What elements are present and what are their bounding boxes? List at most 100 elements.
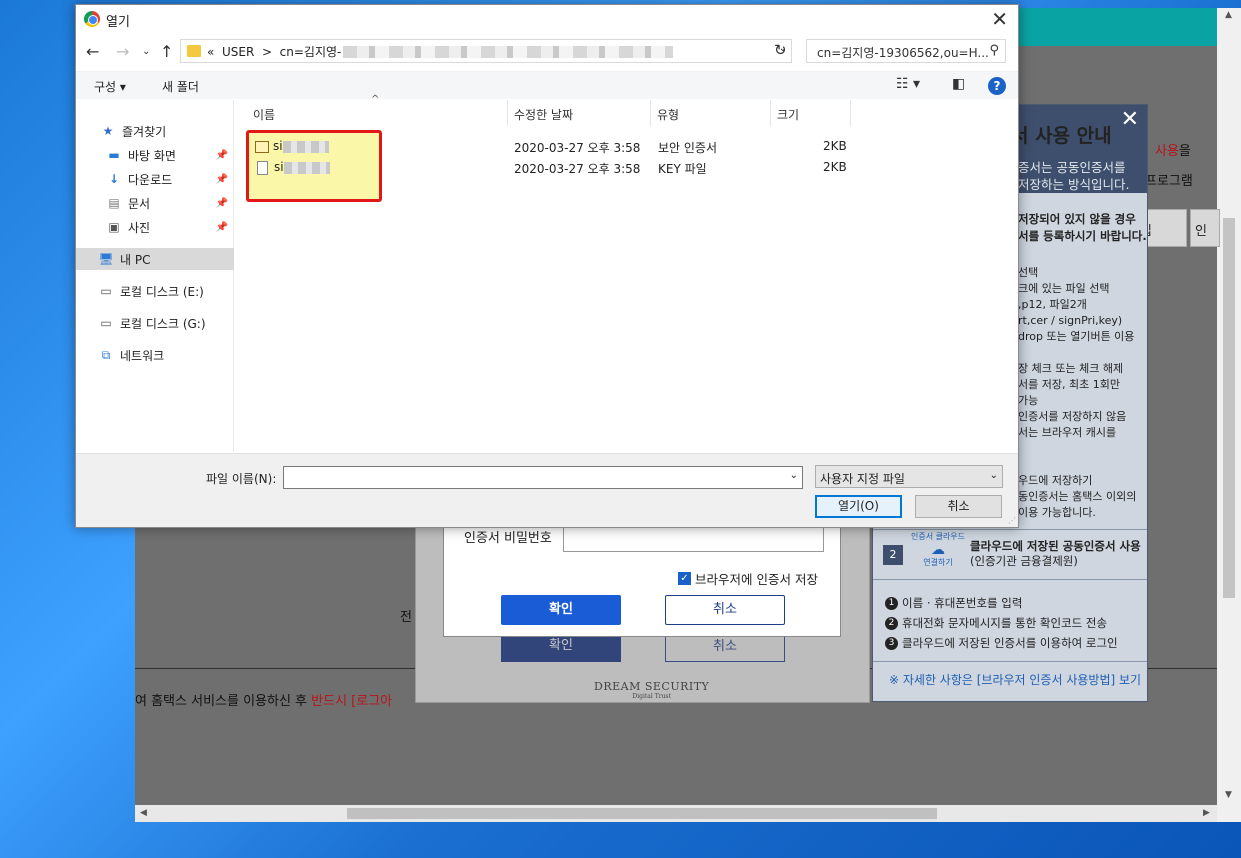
usage-guide-link[interactable]: ※ 자세한 사항은 [브라우저 인증서 사용방법] 보기 [889,671,1141,688]
file-name: si [273,139,283,153]
guide-list-line: 선택 [1018,266,1039,279]
breadcrumb-folder[interactable]: cn=김지영- [280,45,342,59]
guide-note-line: 서를 등록하시기 바랍니다. [1018,229,1147,243]
filetype-select[interactable]: 사용자 지정 파일 ⌄ [815,465,1003,488]
back-arrow-icon[interactable]: ← [86,42,99,61]
pin-icon[interactable]: 📌 [216,198,228,209]
chevron-down-icon[interactable]: ⌄ [790,470,798,481]
cloud-step: 1 이름 · 휴대폰번호를 입력 [885,593,1118,613]
guide-desc-line: 저장하는 방식입니다. [1018,177,1130,192]
file-name: si [274,160,284,174]
help-icon[interactable]: ? [988,77,1006,95]
picture-icon: ▣ [108,220,120,234]
sidebar-item-network[interactable]: ⧉ 네트워크 [76,344,234,366]
pin-icon[interactable]: 📌 [216,174,228,185]
computer-icon: 🖥 [98,252,114,266]
sidebar-item-pictures[interactable]: ▣ 사진 📌 [76,216,234,238]
search-input[interactable]: cn=김지영-19306562,ou=H... ⚲ [806,39,1006,63]
file-size: 2KB [823,139,847,153]
forward-arrow-icon[interactable]: → [116,42,129,61]
right-scrollbar[interactable]: ▲ ▼ [1217,8,1241,822]
breadcrumb[interactable]: « USER > cn=김지영- [207,43,674,60]
column-header-size[interactable]: 크기 [771,100,851,126]
up-arrow-icon[interactable]: ↑ [160,42,173,61]
confirm-button[interactable]: 확인 [501,595,621,625]
guide-desc-line: 증서는 공동인증서를 [1018,160,1126,175]
scroll-down-icon[interactable]: ▼ [1225,790,1232,800]
column-header-modified[interactable]: 수정한 날짜 [508,100,651,126]
sidebar-item-drive-g[interactable]: ▭ 로컬 디스크 (G:) [76,312,234,334]
column-header-type[interactable]: 유형 [651,100,771,126]
redacted-text [283,161,330,174]
scroll-left-icon[interactable]: ◀ [140,808,147,818]
certificate-password-dialog: 인증서 비밀번호 ✓ 브라우저에 인증서 저장 확인 취소 [443,514,841,637]
cloud-connect-badge[interactable]: 인증서 클라우드 ☁ 연결하기 [908,531,968,569]
scroll-right-icon[interactable]: ▶ [1203,808,1210,818]
close-icon[interactable]: ✕ [991,7,1008,31]
horizontal-scrollbar[interactable]: ◀ ▶ [135,805,1217,822]
cloud-text-line: (인증기관 금융결제원) [970,554,1078,568]
sidebar-item-desktop[interactable]: ▬ 바탕 화면 📌 [76,144,234,166]
sidebar-item-label: 바탕 화면 [128,148,176,163]
bg-tab-partial-2[interactable]: 인 [1190,209,1220,247]
chrome-icon [84,11,100,27]
cancel-button[interactable]: 취소 [915,495,1002,518]
pin-icon[interactable]: 📌 [216,150,228,161]
cancel-button[interactable]: 취소 [665,595,785,625]
file-name-cell[interactable]: si [255,139,329,153]
checkbox-checked-icon[interactable]: ✓ [678,572,691,585]
sidebar-item-drive-e[interactable]: ▭ 로컬 디스크 (E:) [76,280,234,302]
sidebar-item-label: 사진 [128,220,151,235]
close-icon[interactable]: ✕ [1121,107,1139,132]
certificate-file-icon [255,140,269,153]
sidebar-item-this-pc[interactable]: 🖥 내 PC [76,248,234,270]
drive-icon: ▭ [100,316,112,330]
recent-locations-chevron-icon[interactable]: ⌄ [142,46,150,57]
scroll-up-icon[interactable]: ▲ [1225,10,1232,20]
table-row[interactable]: si 2020-03-27 오후 3:58 보안 인증서 2KB [235,136,1018,156]
save-in-browser-checkbox[interactable]: ✓ 브라우저에 인증서 저장 [678,569,818,588]
resize-grip-icon[interactable]: ⋰ [1008,516,1016,525]
cloud-certificate-option[interactable]: 2 인증서 클라우드 ☁ 연결하기 클라우드에 저장된 공동인증서 사용 (인증… [873,529,1147,579]
cloud-steps: 1 이름 · 휴대폰번호를 입력 2 휴대전화 문자메시지를 통한 확인코드 전송 … [885,593,1118,653]
guide-list-line: rt,cer / signPri,key) [1018,314,1123,327]
organize-button[interactable]: 구성 ▾ [94,78,126,95]
breadcrumb-separator[interactable]: > [262,45,272,59]
redacted-text [343,46,674,58]
breadcrumb-overflow[interactable]: « [207,45,214,59]
horizontal-scrollbar-thumb[interactable] [347,808,937,819]
table-row[interactable]: si 2020-03-27 오후 3:58 KEY 파일 2KB [235,157,1018,177]
guide-list-line: 가능 [1018,394,1039,407]
filename-input[interactable]: ⌄ [283,466,803,489]
redacted-text [282,140,329,153]
cloud-step: 3 클라우드에 저장된 인증서를 이용하여 로그인 [885,633,1118,653]
breadcrumb-user[interactable]: USER [222,45,254,59]
sidebar-item-quick-access[interactable]: ★ 즐겨찾기 [76,120,234,142]
document-icon: ▤ [108,196,120,210]
step-number-icon: 3 [885,637,898,650]
file-type: 보안 인증서 [658,141,718,155]
file-modified: 2020-03-27 오후 3:58 [514,141,641,155]
search-icon[interactable]: ⚲ [989,43,999,58]
file-name-cell[interactable]: si [255,160,330,175]
refresh-icon[interactable]: ↻ [774,41,787,59]
chevron-down-icon[interactable]: ⌄ [990,470,998,481]
sidebar-item-label: 내 PC [120,252,151,267]
view-options-icon[interactable]: ☷ ▾ [896,76,920,92]
right-scrollbar-thumb[interactable] [1223,218,1235,598]
new-folder-button[interactable]: 새 폴더 [162,78,199,95]
column-header-name[interactable]: 이름 [247,100,508,126]
sidebar-item-label: 즐겨찾기 [122,124,167,139]
open-button[interactable]: 열기(O) [815,495,902,518]
bg-top-right-text-2: 프로그램 [1145,174,1193,189]
dialog-titlebar[interactable]: 열기 ✕ [76,5,1018,33]
sidebar-item-downloads[interactable]: ↓ 다운로드 📌 [76,168,234,190]
cloud-step-number: 2 [883,545,903,565]
sidebar-item-label: 로컬 디스크 (G:) [120,316,206,331]
file-list: ^ 이름 수정한 날짜 유형 크기 si 2020-03-27 오후 3:58 … [235,94,1018,452]
guide-list-line: 장 체크 또는 체크 해제 [1018,362,1124,375]
address-bar[interactable]: « USER > cn=김지영- ⌄ [180,39,792,63]
sidebar-item-documents[interactable]: ▤ 문서 📌 [76,192,234,214]
pin-icon[interactable]: 📌 [216,222,228,233]
preview-pane-icon[interactable]: ◧ [952,76,965,92]
